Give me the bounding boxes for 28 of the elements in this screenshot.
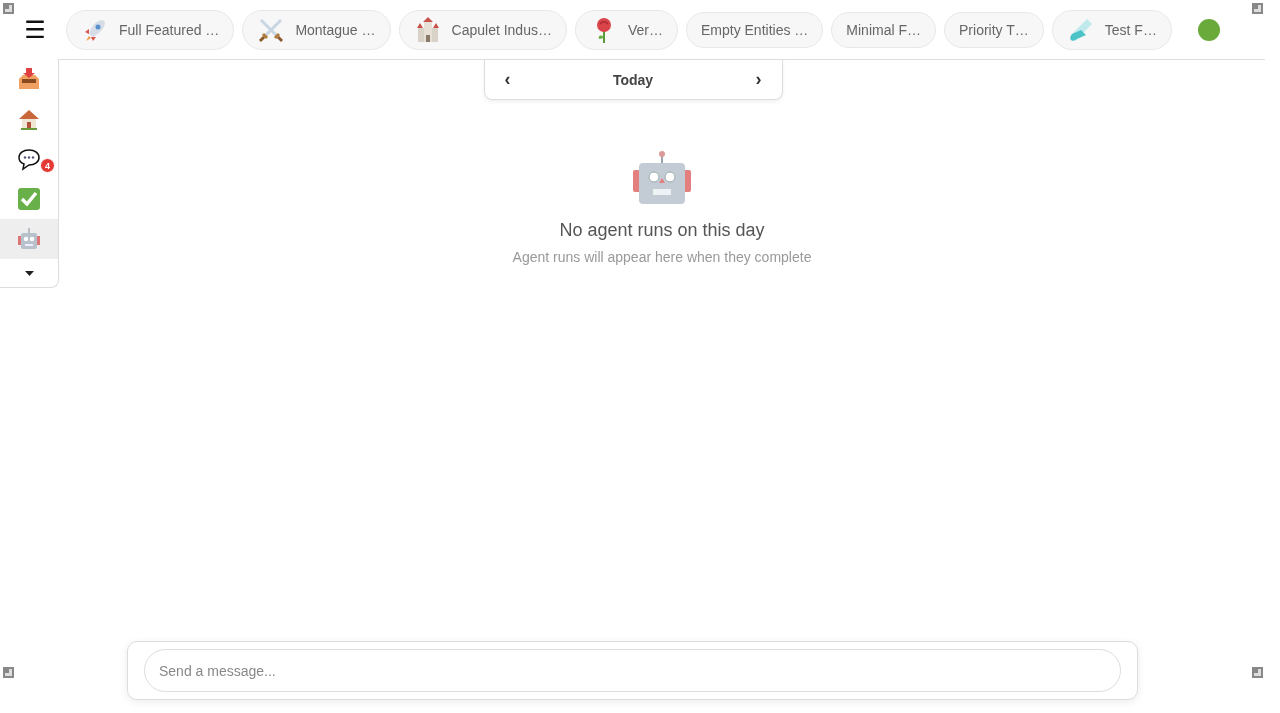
inbox-tray-icon bbox=[17, 67, 41, 91]
project-tab[interactable]: Empty Entities … bbox=[685, 11, 824, 48]
check-mark-icon bbox=[17, 187, 41, 211]
message-input[interactable]: Send a message... bbox=[144, 649, 1121, 692]
empty-state-title: No agent runs on this day bbox=[559, 220, 765, 241]
resize-handle-icon[interactable] bbox=[1252, 3, 1263, 14]
date-label: Today bbox=[612, 71, 654, 88]
empty-state-subtitle: Agent runs will appear here when they complete bbox=[512, 249, 812, 265]
sidebar-item[interactable]: 4 bbox=[0, 139, 58, 179]
house-icon bbox=[17, 107, 41, 131]
project-tab[interactable]: Test F… bbox=[1051, 9, 1172, 50]
count-badge: 4 bbox=[40, 158, 55, 173]
project-tab[interactable]: Full Featured … bbox=[66, 9, 235, 50]
project-tab[interactable]: Ver… bbox=[574, 9, 678, 50]
project-tab[interactable]: Capulet Indus… bbox=[398, 9, 567, 50]
caret-icon[interactable] bbox=[24, 270, 34, 276]
resize-handle-icon[interactable] bbox=[3, 667, 14, 678]
robot-icon bbox=[17, 227, 41, 251]
previous-day-button[interactable]: ‹ bbox=[500, 69, 515, 90]
menu-button[interactable]: ☰ bbox=[20, 15, 50, 44]
project-tab[interactable]: Montague … bbox=[242, 9, 391, 50]
project-tab[interactable]: Priority T… bbox=[944, 11, 1044, 48]
speech-bubble-icon bbox=[17, 147, 41, 171]
project-tab[interactable]: Minimal F… bbox=[831, 11, 936, 48]
resize-handle-icon[interactable] bbox=[1252, 667, 1263, 678]
robot-icon bbox=[633, 150, 691, 204]
next-day-button[interactable]: › bbox=[751, 69, 766, 90]
resize-handle-icon[interactable] bbox=[3, 3, 14, 14]
